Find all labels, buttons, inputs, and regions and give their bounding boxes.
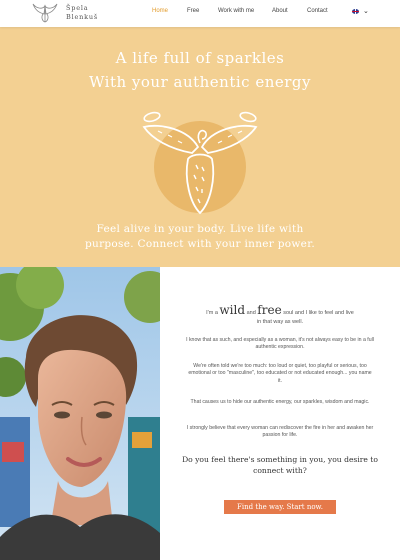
nav-home[interactable]: Home (152, 8, 168, 14)
intro-line: I'm a wild and free soul and I like to f… (160, 303, 400, 317)
main-nav: Home Free Work with me About Contact (0, 8, 400, 20)
intro-post: soul and I like to feel and live (283, 310, 354, 316)
language-selector[interactable]: ⌄ (352, 7, 370, 17)
site-header: Špela Blenkuš Home Free Work with me Abo… (0, 0, 400, 27)
paragraph-3: That causes us to hide our authentic ene… (190, 399, 370, 405)
question-text: Do you feel there's something in you, yo… (182, 455, 378, 475)
nav-contact[interactable]: Contact (307, 8, 328, 14)
nav-free[interactable]: Free (187, 8, 199, 14)
hero-subtitle-line-1: Feel alive in your body. Live life with (96, 223, 304, 235)
nav-work-with-me[interactable]: Work with me (218, 8, 254, 14)
uk-flag-icon (352, 9, 359, 14)
find-the-way-button[interactable]: Find the way. Start now. (224, 500, 336, 514)
intro-pre: I'm a (206, 310, 218, 316)
about-content: I'm a wild and free soul and I like to f… (160, 267, 400, 560)
intro-line-2: in that way as well. (256, 319, 304, 325)
paragraph-1: I know that as such, and especially as a… (186, 337, 374, 351)
intro-free: free (257, 303, 282, 317)
hero-section: A life full of sparkles With your authen… (0, 27, 400, 267)
portrait-photo (0, 267, 160, 560)
paragraph-2: We're often told we're too much: too lou… (188, 363, 372, 384)
hero-title-line-2: With your authentic energy (89, 73, 311, 91)
intro-wild: wild (219, 303, 246, 317)
hero-title-line-1: A life full of sparkles (115, 49, 285, 67)
chevron-down-icon: ⌄ (363, 8, 369, 15)
nav-about[interactable]: About (272, 8, 288, 14)
butterfly-emblem-icon (142, 111, 258, 215)
paragraph-4: I strongly believe that every woman can … (186, 425, 374, 439)
intro-and: and (246, 310, 256, 316)
hero-subtitle-line-2: purpose. Connect with your inner power. (85, 238, 315, 250)
